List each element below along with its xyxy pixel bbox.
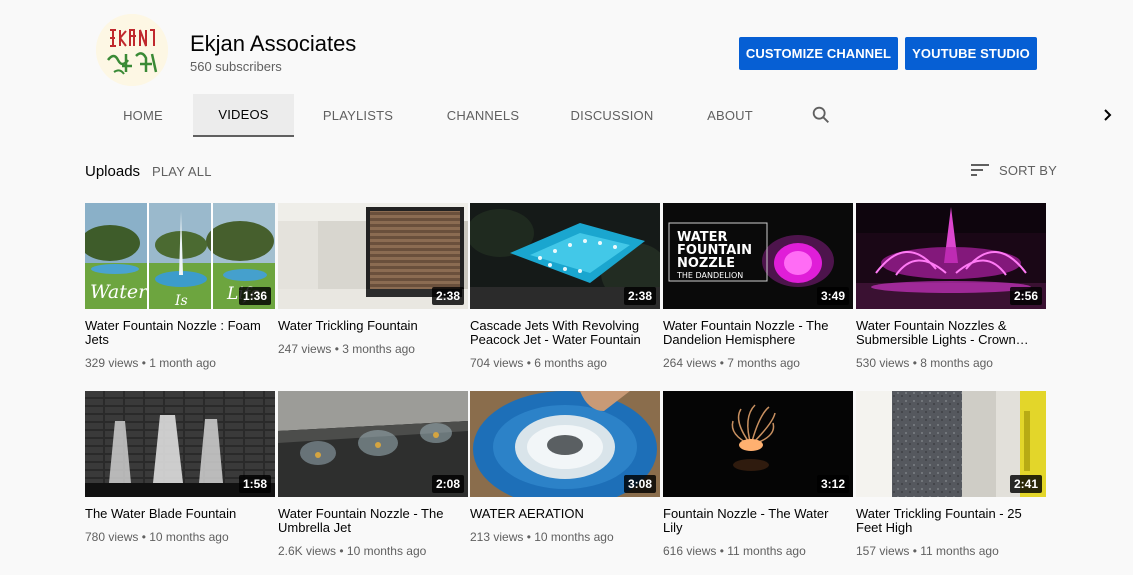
video-duration: 2:56 (1009, 287, 1042, 305)
tab-playlists[interactable]: PLAYLISTS (308, 94, 408, 137)
video-meta: 329 views • 1 month ago (85, 356, 216, 370)
channel-name: Ekjan Associates (190, 31, 357, 56)
channel-tabs: HOME VIDEOS PLAYLISTS CHANNELS DISCUSSIO… (0, 94, 1133, 137)
video-meta: 247 views • 3 months ago (278, 342, 415, 356)
video-title[interactable]: The Water Blade Fountain (85, 507, 275, 521)
video-duration: 3:12 (816, 475, 849, 493)
video-meta: 264 views • 7 months ago (663, 356, 800, 370)
tab-discussion[interactable]: DISCUSSION (561, 94, 663, 137)
video-meta: 780 views • 10 months ago (85, 530, 229, 544)
tab-channels[interactable]: CHANNELS (428, 94, 538, 137)
upload-age: 1 month ago (149, 356, 216, 370)
view-count: 2.6K views (278, 544, 337, 558)
uploads-title: Uploads (85, 163, 141, 180)
subscriber-count: 560 subscribers (190, 59, 282, 74)
video-meta: 616 views • 11 months ago (663, 544, 806, 558)
thumbnail-caption: THE DANDELION (676, 271, 743, 280)
upload-age: 7 months ago (727, 356, 800, 370)
video-thumbnail[interactable]: 2:56 (856, 203, 1046, 309)
tab-home[interactable]: HOME (93, 94, 193, 137)
youtube-studio-button[interactable]: YOUTUBE STUDIO (905, 37, 1037, 70)
video-title[interactable]: Fountain Nozzle - The Water Lily (663, 507, 853, 535)
video-duration: 3:49 (816, 287, 849, 305)
video-thumbnail[interactable]: 2:41 (856, 391, 1046, 497)
video-thumbnail[interactable]: 2:08 (278, 391, 468, 497)
tab-videos[interactable]: VIDEOS (193, 94, 294, 137)
video-title[interactable]: Water Fountain Nozzles & Submersible Lig… (856, 319, 1046, 347)
customize-channel-button[interactable]: CUSTOMIZE CHANNEL (739, 37, 898, 70)
sort-by-button[interactable]: SORT BY (971, 160, 1057, 180)
sort-icon (971, 164, 989, 176)
upload-age: 10 months ago (149, 530, 229, 544)
upload-age: 11 months ago (727, 544, 806, 558)
upload-age: 11 months ago (920, 544, 999, 558)
video-thumbnail[interactable]: 2:38 (278, 203, 468, 309)
video-meta: 157 views • 11 months ago (856, 544, 999, 558)
view-count: 530 views (856, 356, 910, 370)
video-thumbnail[interactable]: Water Is Life 1:36 (85, 203, 275, 309)
video-title[interactable]: WATER AERATION (470, 507, 660, 521)
video-card[interactable]: Water Is Life 1:36 Water Fountain Nozzle… (85, 203, 275, 370)
video-meta: 2.6K views • 10 months ago (278, 544, 427, 558)
video-card[interactable]: 2:08 Water Fountain Nozzle - The Umbrell… (278, 391, 468, 558)
view-count: 264 views (663, 356, 717, 370)
video-thumbnail[interactable]: 3:08 (470, 391, 660, 497)
video-thumbnail[interactable]: 2:38 (470, 203, 660, 309)
video-card[interactable]: 1:58 The Water Blade Fountain 780 views … (85, 391, 275, 544)
thumbnail-caption: NOZZLE (677, 256, 735, 271)
video-duration: 1:58 (238, 475, 271, 493)
video-title[interactable]: Water Trickling Fountain (278, 319, 468, 333)
video-card[interactable]: 3:08 WATER AERATION 213 views • 10 month… (470, 391, 660, 544)
video-duration: 2:08 (431, 475, 464, 493)
video-title[interactable]: Water Fountain Nozzle - The Dandelion He… (663, 319, 853, 347)
tab-about[interactable]: ABOUT (690, 94, 770, 137)
upload-age: 6 months ago (534, 356, 607, 370)
video-meta: 530 views • 8 months ago (856, 356, 993, 370)
view-count: 157 views (856, 544, 910, 558)
view-count: 780 views (85, 530, 139, 544)
search-icon[interactable] (810, 104, 832, 126)
view-count: 213 views (470, 530, 524, 544)
video-thumbnail[interactable]: 1:58 (85, 391, 275, 497)
video-card[interactable]: WATER FOUNTAIN NOZZLE THE DANDELION 3:49… (663, 203, 853, 370)
upload-age: 3 months ago (342, 342, 415, 356)
upload-age: 10 months ago (346, 544, 427, 558)
channel-avatar[interactable] (96, 14, 168, 86)
video-card[interactable]: 2:41 Water Trickling Fountain - 25 Feet … (856, 391, 1046, 558)
video-card[interactable]: 3:12 Fountain Nozzle - The Water Lily 61… (663, 391, 853, 558)
video-duration: 2:38 (431, 287, 464, 305)
view-count: 616 views (663, 544, 717, 558)
ekjan-logo-icon (96, 14, 168, 86)
view-count: 247 views (278, 342, 332, 356)
play-all-button[interactable]: PLAY ALL (152, 164, 212, 179)
video-meta: 704 views • 6 months ago (470, 356, 607, 370)
thumbnail-caption: Is (174, 293, 188, 309)
chevron-right-icon[interactable] (1098, 104, 1118, 126)
thumbnail-caption: Water (90, 281, 149, 303)
upload-age: 10 months ago (534, 530, 614, 544)
video-title[interactable]: Water Fountain Nozzle : Foam Jets (85, 319, 275, 347)
video-meta: 213 views • 10 months ago (470, 530, 614, 544)
video-thumbnail[interactable]: WATER FOUNTAIN NOZZLE THE DANDELION 3:49 (663, 203, 853, 309)
video-title[interactable]: Water Trickling Fountain - 25 Feet High (856, 507, 1046, 535)
view-count: 329 views (85, 356, 139, 370)
video-duration: 3:08 (623, 475, 656, 493)
video-card[interactable]: 2:56 Water Fountain Nozzles & Submersibl… (856, 203, 1046, 370)
sort-by-label: SORT BY (999, 162, 1057, 178)
video-thumbnail[interactable]: 3:12 (663, 391, 853, 497)
upload-age: 8 months ago (920, 356, 993, 370)
view-count: 704 views (470, 356, 524, 370)
video-title[interactable]: Water Fountain Nozzle - The Umbrella Jet (278, 507, 468, 535)
video-card[interactable]: 2:38 Cascade Jets With Revolving Peacock… (470, 203, 660, 370)
video-duration: 2:38 (623, 287, 656, 305)
video-card[interactable]: 2:38 Water Trickling Fountain 247 views … (278, 203, 468, 356)
channel-header: Ekjan Associates 560 subscribers CUSTOMI… (0, 0, 1133, 137)
video-title[interactable]: Cascade Jets With Revolving Peacock Jet … (470, 319, 660, 347)
video-duration: 1:36 (238, 287, 271, 305)
video-duration: 2:41 (1009, 475, 1042, 493)
